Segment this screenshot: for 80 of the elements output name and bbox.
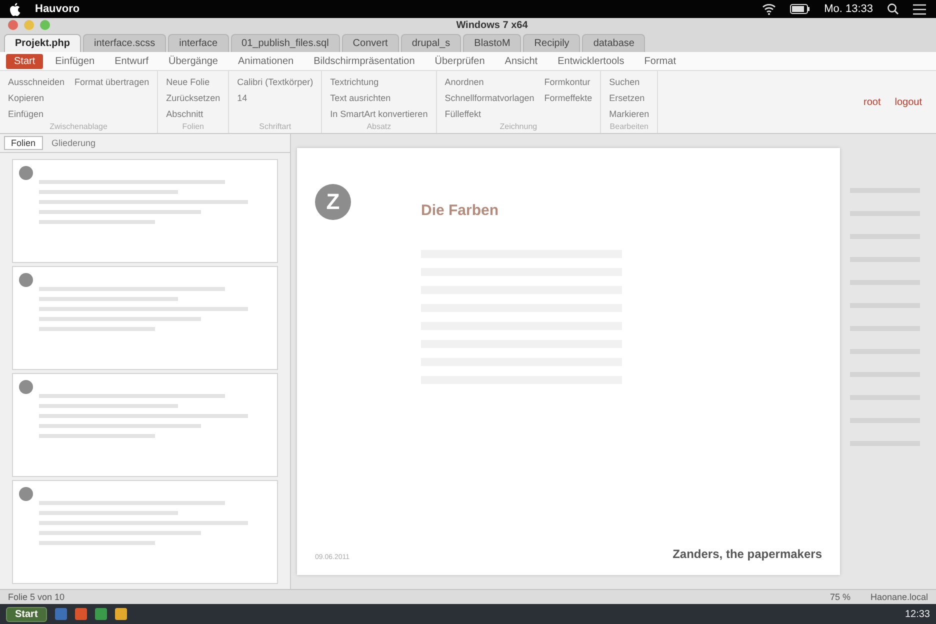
browser-tab[interactable]: Recipily — [523, 34, 580, 52]
ribbon-command[interactable]: Formeffekte — [544, 93, 592, 103]
ribbon-command[interactable]: Ausschneiden — [8, 77, 65, 87]
logo-icon — [19, 486, 33, 500]
ribbon-command[interactable]: Calibri (Textkörper) — [237, 77, 314, 87]
taskbar-app-icon[interactable] — [114, 608, 127, 620]
wifi-icon — [762, 3, 776, 15]
browser-tab[interactable]: interface.scss — [83, 34, 166, 52]
group-label: Zeichnung — [498, 122, 538, 133]
ribbon-command[interactable]: 14 — [237, 93, 314, 103]
ribbon-command[interactable]: Format übertragen — [74, 77, 150, 87]
ribbon-tab[interactable]: Überprüfen — [426, 54, 493, 68]
logo-icon — [19, 166, 33, 180]
browser-tab[interactable]: drupal_s — [400, 34, 462, 52]
slide-thumbnail[interactable] — [12, 266, 278, 370]
ribbon-tab[interactable]: Animationen — [230, 54, 302, 68]
logo-icon — [19, 380, 33, 394]
window-title: Windows 7 x64 — [455, 20, 529, 30]
ribbon-command[interactable]: Ersetzen — [609, 93, 650, 103]
browser-tab[interactable]: interface — [168, 34, 229, 52]
group-label: Absatz — [366, 122, 392, 133]
close-icon[interactable] — [8, 20, 18, 30]
app-menu[interactable]: Hauvoro — [35, 3, 80, 15]
slide-thumbnail[interactable] — [12, 372, 278, 476]
taskbar-app-icon[interactable] — [74, 608, 87, 620]
ribbon-tab[interactable]: Bildschirmpräsentation — [306, 54, 423, 68]
zoom-icon[interactable] — [40, 20, 50, 30]
menubar-clock[interactable]: Mo. 13:33 — [824, 3, 873, 15]
pane-tab[interactable]: Gliederung — [44, 136, 103, 150]
ribbon-command[interactable]: Neue Folie — [166, 77, 220, 87]
ribbon-tab[interactable]: Start — [6, 54, 44, 68]
ribbon-command[interactable]: Zurücksetzen — [166, 93, 220, 103]
start-button[interactable]: Start — [6, 606, 47, 622]
pane-tab[interactable]: Folien — [4, 136, 43, 150]
slide-title: Die Farben — [421, 202, 499, 219]
search-icon — [887, 3, 899, 15]
zoom-level[interactable]: 75 % — [830, 592, 850, 602]
taskbar-app-icon[interactable] — [94, 608, 107, 620]
ribbon-tab[interactable]: Übergänge — [160, 54, 226, 68]
menu-icon — [913, 4, 926, 14]
browser-tab[interactable]: database — [582, 34, 646, 52]
ribbon-command[interactable]: Suchen — [609, 77, 650, 87]
group-label: Zwischenablage — [48, 122, 108, 133]
ribbon-command[interactable]: Schnellformatvorlagen — [444, 93, 534, 103]
ribbon-command[interactable]: Markieren — [609, 109, 650, 119]
ribbon-tab[interactable]: Format — [636, 54, 684, 68]
ribbon-command[interactable]: Anordnen — [444, 77, 534, 87]
browser-tab[interactable]: Projekt.php — [4, 34, 82, 52]
brand-tagline: Zanders, the papermakers — [672, 547, 822, 561]
group-label: Folien — [181, 122, 205, 133]
ribbon-tab[interactable]: Entwurf — [106, 54, 157, 68]
ribbon-command[interactable]: Textrichtung — [330, 77, 428, 87]
group-label: Bearbeiten — [609, 122, 650, 133]
ribbon-command[interactable]: In SmartArt konvertieren — [330, 109, 428, 119]
taskbar-clock: 12:33 — [904, 608, 930, 620]
ribbon-command[interactable]: Kopieren — [8, 93, 65, 103]
ribbon-tab[interactable]: Ansicht — [496, 54, 546, 68]
ribbon-tab[interactable]: Einfügen — [47, 54, 103, 68]
apple-icon — [10, 2, 21, 16]
slide-counter: Folie 5 von 10 — [8, 592, 65, 602]
host-name: Haonane.local — [870, 592, 928, 602]
taskbar-app-icon[interactable] — [54, 608, 67, 620]
slide-logo: Z — [315, 184, 351, 220]
slide-thumbnail[interactable] — [12, 158, 278, 262]
ribbon-command[interactable]: Formkontur — [544, 77, 592, 87]
ribbon-tab[interactable]: Entwicklertools — [550, 54, 632, 68]
ribbon-command[interactable]: Abschnitt — [166, 109, 220, 119]
ribbon-command[interactable]: Text ausrichten — [330, 93, 428, 103]
browser-tab[interactable]: 01_publish_files.sql — [230, 34, 340, 52]
user-link[interactable]: root — [864, 96, 881, 108]
browser-tab[interactable]: Convert — [342, 34, 399, 52]
group-label: Schriftart — [258, 122, 292, 133]
ribbon-command[interactable]: Einfügen — [8, 109, 65, 119]
browser-tab[interactable]: BlastoM — [463, 34, 522, 52]
minimize-icon[interactable] — [24, 20, 34, 30]
slide-thumbnail[interactable] — [12, 480, 278, 584]
battery-icon — [790, 4, 810, 14]
logo-icon — [19, 272, 33, 286]
ribbon-command[interactable]: Fülleffekt — [444, 109, 534, 119]
logout-link[interactable]: logout — [894, 96, 922, 108]
